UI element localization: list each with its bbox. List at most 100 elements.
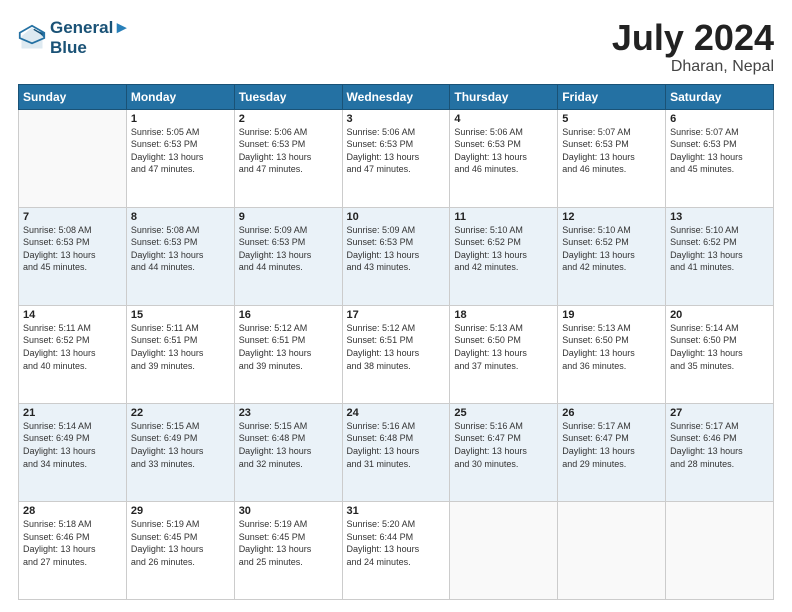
day-info: Sunrise: 5:14 AM Sunset: 6:50 PM Dayligh…: [670, 322, 769, 372]
table-row: 9Sunrise: 5:09 AM Sunset: 6:53 PM Daylig…: [234, 207, 342, 305]
table-row: 24Sunrise: 5:16 AM Sunset: 6:48 PM Dayli…: [342, 403, 450, 501]
header: General► Blue July 2024 Dharan, Nepal: [18, 18, 774, 76]
day-info: Sunrise: 5:15 AM Sunset: 6:49 PM Dayligh…: [131, 420, 230, 470]
day-number: 10: [347, 211, 446, 223]
day-number: 31: [347, 505, 446, 517]
day-info: Sunrise: 5:10 AM Sunset: 6:52 PM Dayligh…: [670, 224, 769, 274]
day-number: 3: [347, 113, 446, 125]
day-info: Sunrise: 5:19 AM Sunset: 6:45 PM Dayligh…: [131, 518, 230, 568]
header-monday: Monday: [126, 84, 234, 109]
day-info: Sunrise: 5:19 AM Sunset: 6:45 PM Dayligh…: [239, 518, 338, 568]
title-block: July 2024 Dharan, Nepal: [612, 18, 774, 76]
day-info: Sunrise: 5:13 AM Sunset: 6:50 PM Dayligh…: [454, 322, 553, 372]
day-info: Sunrise: 5:08 AM Sunset: 6:53 PM Dayligh…: [23, 224, 122, 274]
table-row: 6Sunrise: 5:07 AM Sunset: 6:53 PM Daylig…: [666, 109, 774, 207]
day-number: 9: [239, 211, 338, 223]
day-number: 13: [670, 211, 769, 223]
table-row: 14Sunrise: 5:11 AM Sunset: 6:52 PM Dayli…: [19, 305, 127, 403]
day-info: Sunrise: 5:06 AM Sunset: 6:53 PM Dayligh…: [239, 126, 338, 176]
day-number: 24: [347, 407, 446, 419]
day-info: Sunrise: 5:09 AM Sunset: 6:53 PM Dayligh…: [239, 224, 338, 274]
table-row: 3Sunrise: 5:06 AM Sunset: 6:53 PM Daylig…: [342, 109, 450, 207]
table-row: 8Sunrise: 5:08 AM Sunset: 6:53 PM Daylig…: [126, 207, 234, 305]
table-row: 11Sunrise: 5:10 AM Sunset: 6:52 PM Dayli…: [450, 207, 558, 305]
day-info: Sunrise: 5:14 AM Sunset: 6:49 PM Dayligh…: [23, 420, 122, 470]
day-number: 14: [23, 309, 122, 321]
header-wednesday: Wednesday: [342, 84, 450, 109]
table-row: [666, 501, 774, 599]
day-info: Sunrise: 5:16 AM Sunset: 6:47 PM Dayligh…: [454, 420, 553, 470]
day-number: 25: [454, 407, 553, 419]
day-number: 12: [562, 211, 661, 223]
table-row: 22Sunrise: 5:15 AM Sunset: 6:49 PM Dayli…: [126, 403, 234, 501]
logo-text: General► Blue: [50, 18, 130, 57]
table-row: [19, 109, 127, 207]
day-info: Sunrise: 5:16 AM Sunset: 6:48 PM Dayligh…: [347, 420, 446, 470]
table-row: 12Sunrise: 5:10 AM Sunset: 6:52 PM Dayli…: [558, 207, 666, 305]
table-row: 17Sunrise: 5:12 AM Sunset: 6:51 PM Dayli…: [342, 305, 450, 403]
table-row: 13Sunrise: 5:10 AM Sunset: 6:52 PM Dayli…: [666, 207, 774, 305]
day-number: 15: [131, 309, 230, 321]
day-info: Sunrise: 5:11 AM Sunset: 6:51 PM Dayligh…: [131, 322, 230, 372]
table-row: 21Sunrise: 5:14 AM Sunset: 6:49 PM Dayli…: [19, 403, 127, 501]
day-info: Sunrise: 5:18 AM Sunset: 6:46 PM Dayligh…: [23, 518, 122, 568]
day-info: Sunrise: 5:07 AM Sunset: 6:53 PM Dayligh…: [670, 126, 769, 176]
table-row: 19Sunrise: 5:13 AM Sunset: 6:50 PM Dayli…: [558, 305, 666, 403]
table-row: 28Sunrise: 5:18 AM Sunset: 6:46 PM Dayli…: [19, 501, 127, 599]
day-info: Sunrise: 5:12 AM Sunset: 6:51 PM Dayligh…: [347, 322, 446, 372]
table-row: 25Sunrise: 5:16 AM Sunset: 6:47 PM Dayli…: [450, 403, 558, 501]
day-number: 20: [670, 309, 769, 321]
day-info: Sunrise: 5:05 AM Sunset: 6:53 PM Dayligh…: [131, 126, 230, 176]
table-row: 29Sunrise: 5:19 AM Sunset: 6:45 PM Dayli…: [126, 501, 234, 599]
day-number: 4: [454, 113, 553, 125]
day-number: 11: [454, 211, 553, 223]
day-number: 27: [670, 407, 769, 419]
table-row: 16Sunrise: 5:12 AM Sunset: 6:51 PM Dayli…: [234, 305, 342, 403]
calendar-week-row: 1Sunrise: 5:05 AM Sunset: 6:53 PM Daylig…: [19, 109, 774, 207]
table-row: 26Sunrise: 5:17 AM Sunset: 6:47 PM Dayli…: [558, 403, 666, 501]
day-info: Sunrise: 5:07 AM Sunset: 6:53 PM Dayligh…: [562, 126, 661, 176]
day-number: 26: [562, 407, 661, 419]
logo: General► Blue: [18, 18, 130, 57]
day-number: 18: [454, 309, 553, 321]
day-info: Sunrise: 5:20 AM Sunset: 6:44 PM Dayligh…: [347, 518, 446, 568]
day-number: 5: [562, 113, 661, 125]
table-row: 31Sunrise: 5:20 AM Sunset: 6:44 PM Dayli…: [342, 501, 450, 599]
day-info: Sunrise: 5:15 AM Sunset: 6:48 PM Dayligh…: [239, 420, 338, 470]
header-tuesday: Tuesday: [234, 84, 342, 109]
calendar-week-row: 21Sunrise: 5:14 AM Sunset: 6:49 PM Dayli…: [19, 403, 774, 501]
table-row: 4Sunrise: 5:06 AM Sunset: 6:53 PM Daylig…: [450, 109, 558, 207]
day-number: 22: [131, 407, 230, 419]
table-row: 27Sunrise: 5:17 AM Sunset: 6:46 PM Dayli…: [666, 403, 774, 501]
table-row: 20Sunrise: 5:14 AM Sunset: 6:50 PM Dayli…: [666, 305, 774, 403]
table-row: [450, 501, 558, 599]
table-row: 7Sunrise: 5:08 AM Sunset: 6:53 PM Daylig…: [19, 207, 127, 305]
header-saturday: Saturday: [666, 84, 774, 109]
day-number: 7: [23, 211, 122, 223]
day-info: Sunrise: 5:11 AM Sunset: 6:52 PM Dayligh…: [23, 322, 122, 372]
table-row: 1Sunrise: 5:05 AM Sunset: 6:53 PM Daylig…: [126, 109, 234, 207]
calendar-table: Sunday Monday Tuesday Wednesday Thursday…: [18, 84, 774, 600]
header-sunday: Sunday: [19, 84, 127, 109]
day-info: Sunrise: 5:06 AM Sunset: 6:53 PM Dayligh…: [454, 126, 553, 176]
day-number: 29: [131, 505, 230, 517]
day-info: Sunrise: 5:13 AM Sunset: 6:50 PM Dayligh…: [562, 322, 661, 372]
calendar-week-row: 7Sunrise: 5:08 AM Sunset: 6:53 PM Daylig…: [19, 207, 774, 305]
day-info: Sunrise: 5:12 AM Sunset: 6:51 PM Dayligh…: [239, 322, 338, 372]
table-row: 30Sunrise: 5:19 AM Sunset: 6:45 PM Dayli…: [234, 501, 342, 599]
day-number: 8: [131, 211, 230, 223]
table-row: [558, 501, 666, 599]
header-friday: Friday: [558, 84, 666, 109]
day-number: 2: [239, 113, 338, 125]
table-row: 2Sunrise: 5:06 AM Sunset: 6:53 PM Daylig…: [234, 109, 342, 207]
table-row: 10Sunrise: 5:09 AM Sunset: 6:53 PM Dayli…: [342, 207, 450, 305]
day-number: 17: [347, 309, 446, 321]
day-number: 1: [131, 113, 230, 125]
day-info: Sunrise: 5:06 AM Sunset: 6:53 PM Dayligh…: [347, 126, 446, 176]
day-number: 16: [239, 309, 338, 321]
calendar-week-row: 14Sunrise: 5:11 AM Sunset: 6:52 PM Dayli…: [19, 305, 774, 403]
table-row: 18Sunrise: 5:13 AM Sunset: 6:50 PM Dayli…: [450, 305, 558, 403]
table-row: 15Sunrise: 5:11 AM Sunset: 6:51 PM Dayli…: [126, 305, 234, 403]
day-info: Sunrise: 5:17 AM Sunset: 6:46 PM Dayligh…: [670, 420, 769, 470]
day-info: Sunrise: 5:09 AM Sunset: 6:53 PM Dayligh…: [347, 224, 446, 274]
